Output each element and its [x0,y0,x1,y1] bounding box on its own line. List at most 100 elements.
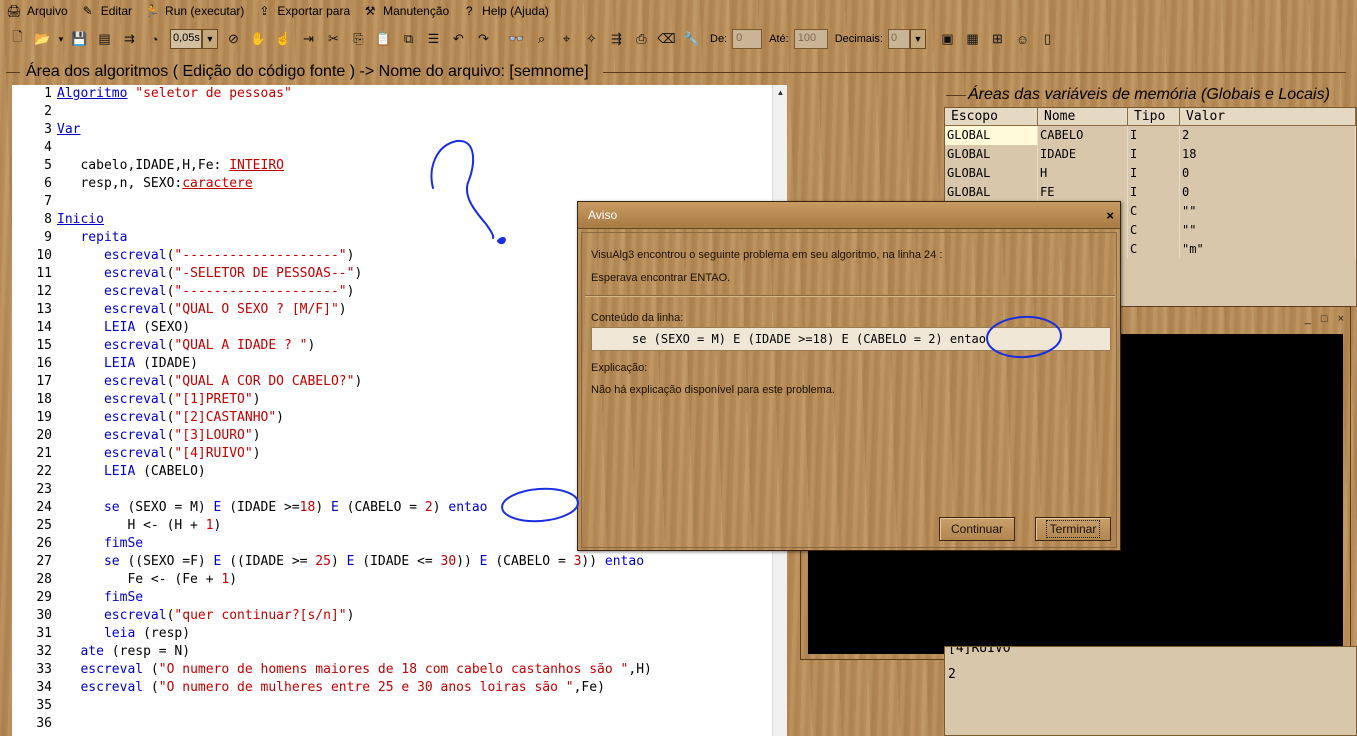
code-token: (SEXO) [135,320,191,335]
code-token: LEIA [103,464,136,479]
code-line[interactable]: 1 Algoritmo "seletor de pessoas" [12,85,772,103]
chevron-down-icon[interactable]: ▼ [910,29,926,49]
table-cell: "m" [1180,240,1356,259]
chevron-down-icon[interactable]: ▼ [202,29,218,49]
clipboard-icon[interactable]: ⧉ [397,27,420,51]
decimais-select[interactable]: 0 ▼ [888,29,926,49]
calculator-icon[interactable]: ▦ [961,27,984,51]
code-token: ( [143,680,159,695]
de-field[interactable]: 0 [732,29,763,49]
maximize-icon[interactable]: □ [1321,313,1328,325]
printer-small-icon[interactable]: ⎙ [630,27,653,51]
line-number: 29 [36,590,52,605]
table-row[interactable]: GLOBAL FE I 0 [945,183,1356,202]
menu-arquivo[interactable]: 🖨 Arquivo [4,1,76,21]
col-tipo[interactable]: Tipo [1128,108,1180,125]
col-nome[interactable]: Nome [1038,108,1128,125]
code-token: "[4]RUIVO" [174,446,253,461]
run-step-icon[interactable]: ⇉ [118,27,141,51]
col-valor[interactable]: Valor [1180,108,1356,125]
code-line[interactable]: 30 escreval("quer continuar?[s/n]") [12,607,772,625]
hand-icon[interactable]: ✋ [247,27,270,51]
code-token: escreval [103,392,167,407]
find-next-icon[interactable]: ⌖ [555,27,578,51]
wrench-icon[interactable]: 🔧 [680,27,703,51]
code-line[interactable]: 4 [12,139,772,157]
code-token: "[2]CASTANHO" [174,410,277,425]
wand-icon[interactable]: ✧ [580,27,603,51]
code-line[interactable]: 6 resp,n, SEXO:caractere [12,175,772,193]
code-line[interactable]: 34 escreval ("O numero de mulheres entre… [12,679,772,697]
table-cell: "" [1180,221,1356,240]
speed-select[interactable]: 0,05s ▼ [170,29,218,49]
code-token: escreval [103,608,167,623]
indent-icon[interactable]: ⇶ [605,27,628,51]
code-line[interactable]: 3 Var [12,121,772,139]
open-folder-icon[interactable]: 📂 [31,27,54,51]
print-preview-icon[interactable]: ▤ [93,27,116,51]
table-cell: FE [1038,183,1128,202]
code-token: entao [604,554,645,569]
person-icon[interactable]: ☺ [1011,27,1034,51]
line-number: 6 [44,176,52,191]
table-cell: I [1128,126,1180,145]
code-line[interactable]: 31 leia (resp) [12,625,772,643]
code-line[interactable]: 27 se ((SEXO =F) E ((IDADE >= 25) E (IDA… [12,553,772,571]
code-line[interactable]: 29 fimSe [12,589,772,607]
new-file-icon[interactable]: 🗋 [6,27,29,51]
copy-icon[interactable]: ⎘ [347,27,370,51]
code-token: "seletor de pessoas" [135,86,292,101]
stop-icon[interactable]: ⊘ [222,27,245,51]
code-line[interactable]: 2 [12,103,772,121]
table-icon[interactable]: ⊞ [986,27,1009,51]
code-line[interactable]: 36 [12,715,772,733]
terminate-button[interactable]: Terminar [1035,517,1111,541]
close-icon[interactable]: × [1338,313,1344,325]
continue-button[interactable]: Continuar [939,517,1015,541]
col-escopo[interactable]: Escopo [945,108,1038,125]
comment-icon[interactable]: ☰ [422,27,445,51]
cut-icon[interactable]: ✂ [322,27,345,51]
paste-icon[interactable]: 📋 [372,27,395,51]
code-line[interactable]: 28 Fe <- (Fe + 1) [12,571,772,589]
eraser-icon[interactable]: ⌫ [655,27,678,51]
code-line[interactable]: 5 cabelo,IDADE,H,Fe: INTEIRO [12,157,772,175]
table-row[interactable]: GLOBAL IDADE I 18 [945,145,1356,164]
step-over-icon[interactable]: ⇥ [297,27,320,51]
menu-exportar[interactable]: ⇪ Exportar para [254,1,358,21]
hand-grab-icon[interactable]: ☝ [272,27,295,51]
menu-run[interactable]: 🏃 Run (executar) [142,1,252,21]
line-number: 17 [36,374,52,389]
decimais-label: Decimais: [834,33,883,45]
door-exit-icon[interactable]: ▯ [1036,27,1059,51]
code-token: (IDADE <= [354,554,441,569]
table-row[interactable]: GLOBAL H I 0 [945,164,1356,183]
close-icon[interactable]: × [1106,208,1114,223]
code-line[interactable]: 32 ate (resp = N) [12,643,772,661]
line-number: 32 [36,644,52,659]
menu-editar[interactable]: ✎ Editar [78,1,140,21]
redo-icon[interactable]: ↷ [472,27,495,51]
line-number: 10 [36,248,52,263]
find-replace-icon[interactable]: ⌕ [530,27,553,51]
ate-field[interactable]: 100 [793,29,828,49]
menu-manutencao[interactable]: ⚒ Manutenção [360,1,457,21]
dropdown-arrow-icon[interactable]: ▼ [56,27,66,51]
code-token: )) [456,554,480,569]
save-icon[interactable]: 💾 [68,27,91,51]
timer-icon[interactable]: ◔ [143,27,166,51]
gallery-icon[interactable]: ▣ [936,27,959,51]
code-token: "O numero de mulheres entre 25 e 30 anos… [158,680,574,695]
binoculars-icon[interactable]: 👓 [505,27,528,51]
undo-icon[interactable]: ↶ [447,27,470,51]
code-line[interactable]: 35 [12,697,772,715]
scroll-up-icon[interactable]: ▲ [773,85,787,101]
code-line[interactable]: 33 escreval ("O numero de homens maiores… [12,661,772,679]
menu-help[interactable]: ? Help (Ajuda) [459,1,557,21]
minimize-icon[interactable]: _ [1305,313,1311,325]
table-row[interactable]: GLOBAL CABELO I 2 [945,126,1356,145]
